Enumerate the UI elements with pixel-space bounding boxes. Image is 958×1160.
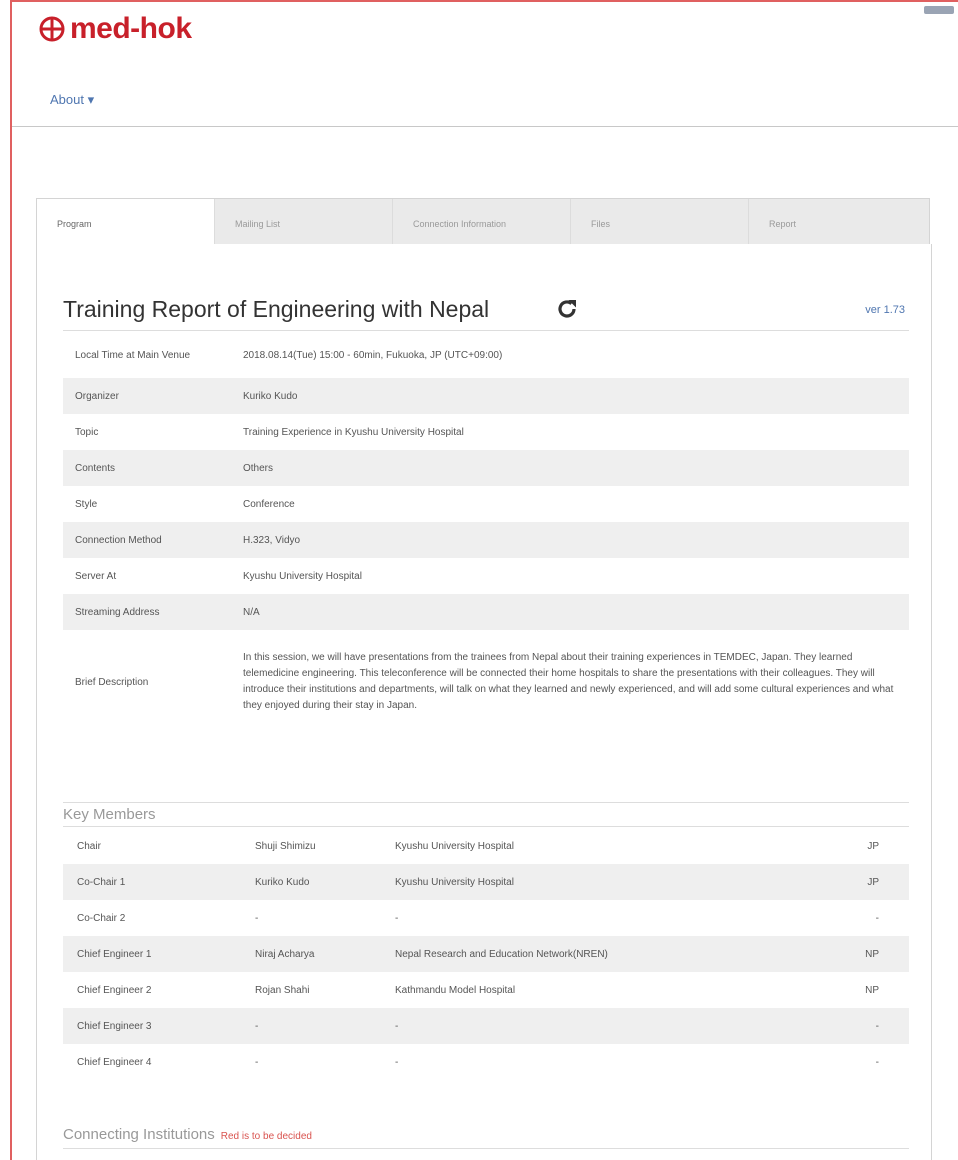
member-name: Kuriko Kudo <box>255 876 310 888</box>
info-value: Conference <box>243 498 295 510</box>
member-row: Co-Chair 2 - - - <box>63 900 909 936</box>
connecting-institutions-title: Connecting Institutions <box>63 1126 215 1143</box>
tab-mailing-list[interactable]: Mailing List <box>215 199 393 245</box>
member-country: - <box>875 1056 879 1068</box>
info-value: Training Experience in Kyushu University… <box>243 426 464 438</box>
member-name: - <box>255 1020 259 1032</box>
member-role: Co-Chair 1 <box>77 876 126 888</box>
site-header: med-hok About ▾ <box>12 2 958 127</box>
info-row-topic: Topic Training Experience in Kyushu Univ… <box>63 414 909 450</box>
member-country: - <box>875 1020 879 1032</box>
tab-program[interactable]: Program <box>37 199 215 245</box>
info-label: Topic <box>75 426 99 438</box>
info-value: In this session, we will have presentati… <box>243 652 894 711</box>
info-row-connection-method: Connection Method H.323, Vidyo <box>63 522 909 558</box>
member-row: Chief Engineer 2 Rojan Shahi Kathmandu M… <box>63 972 909 1008</box>
connecting-institutions-heading: Connecting Institutions Red is to be deci… <box>63 1126 312 1143</box>
member-country: JP <box>867 876 879 888</box>
member-country: JP <box>867 840 879 852</box>
member-name: Rojan Shahi <box>255 984 310 996</box>
member-role: Chief Engineer 4 <box>77 1056 152 1068</box>
window-frame-left <box>10 0 12 1160</box>
about-menu[interactable]: About ▾ <box>50 92 94 108</box>
refresh-icon[interactable] <box>555 297 579 321</box>
info-label: Streaming Address <box>75 606 160 618</box>
member-role: Chief Engineer 3 <box>77 1020 152 1032</box>
member-organization: Kathmandu Model Hospital <box>395 984 516 996</box>
info-row-streaming-address: Streaming Address N/A <box>63 594 909 630</box>
member-country: NP <box>865 948 879 960</box>
key-members-title: Key Members <box>63 806 156 823</box>
info-row-local-time: Local Time at Main Venue 2018.08.14(Tue)… <box>63 332 909 378</box>
version-link[interactable]: ver 1.73 <box>865 304 905 316</box>
member-organization: Nepal Research and Education Network(NRE… <box>395 948 608 960</box>
member-country: - <box>875 912 879 924</box>
brand-name: med-hok <box>70 12 192 45</box>
divider <box>63 1148 909 1149</box>
info-row-contents: Contents Others <box>63 450 909 486</box>
member-row: Co-Chair 1 Kuriko Kudo Kyushu University… <box>63 864 909 900</box>
member-row: Chair Shuji Shimizu Kyushu University Ho… <box>63 828 909 864</box>
info-label: Organizer <box>75 390 119 402</box>
member-role: Co-Chair 2 <box>77 912 126 924</box>
program-panel: Program Mailing List Connection Informat… <box>36 198 932 1160</box>
member-row: Chief Engineer 3 - - - <box>63 1008 909 1044</box>
divider <box>63 802 909 803</box>
to-be-decided-note: Red is to be decided <box>220 1131 312 1142</box>
tab-content: Training Report of Engineering with Nepa… <box>36 244 932 1160</box>
tab-files[interactable]: Files <box>571 199 749 245</box>
info-label: Brief Description <box>75 676 149 688</box>
tab-bar: Program Mailing List Connection Informat… <box>36 198 930 245</box>
info-value: Kyushu University Hospital <box>243 570 362 582</box>
brand-logo[interactable]: med-hok <box>38 12 192 46</box>
info-row-organizer: Organizer Kuriko Kudo <box>63 378 909 414</box>
info-value: H.323, Vidyo <box>243 534 301 546</box>
info-label: Server At <box>75 570 117 582</box>
member-role: Chief Engineer 2 <box>77 984 152 996</box>
program-title: Training Report of Engineering with Nepa… <box>63 296 490 322</box>
member-name: - <box>255 912 259 924</box>
program-title-row: Training Report of Engineering with Nepa… <box>63 296 909 331</box>
member-organization: Kyushu University Hospital <box>395 876 514 888</box>
info-label: Contents <box>75 462 116 474</box>
member-name: Shuji Shimizu <box>255 840 316 852</box>
tab-connection-information[interactable]: Connection Information <box>393 199 571 245</box>
window-corner-icon[interactable] <box>924 6 954 14</box>
info-value: 2018.08.14(Tue) 15:00 - 60min, Fukuoka, … <box>243 349 503 361</box>
tab-report[interactable]: Report <box>749 199 927 245</box>
info-label: Local Time at Main Venue <box>75 349 191 361</box>
member-organization: - <box>395 1056 399 1068</box>
info-row-style: Style Conference <box>63 486 909 522</box>
info-row-brief-description: Brief Description In this session, we wi… <box>63 630 909 734</box>
member-name: Niraj Acharya <box>255 948 315 960</box>
info-value: N/A <box>243 606 260 618</box>
divider <box>63 826 909 827</box>
member-row: Chief Engineer 4 - - - <box>63 1044 909 1080</box>
info-value: Others <box>243 462 274 474</box>
info-value: Kuriko Kudo <box>243 390 298 402</box>
member-organization: - <box>395 1020 399 1032</box>
info-row-server-at: Server At Kyushu University Hospital <box>63 558 909 594</box>
member-role: Chair <box>77 840 101 852</box>
member-row: Chief Engineer 1 Niraj Acharya Nepal Res… <box>63 936 909 972</box>
key-members-table: Chair Shuji Shimizu Kyushu University Ho… <box>63 828 909 1080</box>
member-country: NP <box>865 984 879 996</box>
member-organization: Kyushu University Hospital <box>395 840 514 852</box>
member-name: - <box>255 1056 259 1068</box>
member-role: Chief Engineer 1 <box>77 948 152 960</box>
member-organization: - <box>395 912 399 924</box>
globe-icon <box>39 16 65 42</box>
info-label: Style <box>75 498 98 510</box>
info-label: Connection Method <box>75 534 162 546</box>
program-info-table: Local Time at Main Venue 2018.08.14(Tue)… <box>63 332 909 734</box>
